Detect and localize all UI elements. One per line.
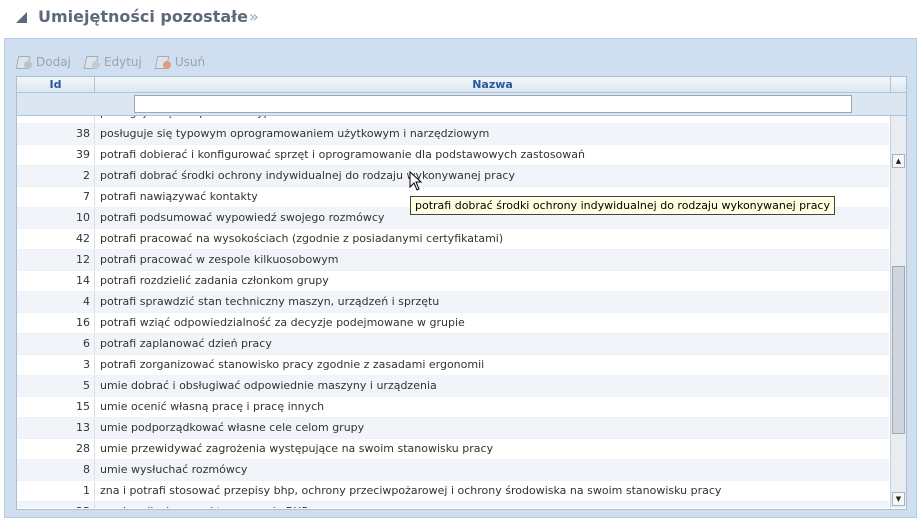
edit-icon <box>83 55 100 69</box>
row-id-cell: 12 <box>17 250 95 270</box>
table-row[interactable]: 35posługuje się komputerami typu PC <box>17 116 889 124</box>
table-row[interactable]: 42 potrafi pracować na wysokościach (zgod… <box>17 229 889 250</box>
delete-icon <box>154 55 171 69</box>
table-row[interactable]: 15 umie ocenić własną pracę i pracę innyc… <box>17 397 889 418</box>
row-name-cell: potrafi wziąć odpowiedzialność za decyzj… <box>100 316 465 329</box>
row-id-cell: 39 <box>17 145 95 165</box>
row-name-cell: umie dobrać i obsługiwać odpowiednie mas… <box>100 379 437 392</box>
table-row[interactable]: 38 posługuje się typowym oprogramowaniem … <box>17 124 889 145</box>
row-id-cell: 7 <box>17 187 95 207</box>
grid-panel: Dodaj Edytuj Usuń Id Nazwa 35posługuje s… <box>4 38 917 518</box>
row-id-cell: 6 <box>17 334 95 354</box>
table-row[interactable]: 2 potrafi dobrać środki ochrony indywidua… <box>17 166 889 187</box>
delete-button-label: Usuń <box>174 55 206 69</box>
row-name-cell: potrafi rozdzielić zadania członkom grup… <box>100 274 329 287</box>
table-row[interactable]: 13 umie podporządkować własne cele celom … <box>17 418 889 439</box>
row-id-cell: 8 <box>17 460 95 480</box>
scrollbar-thumb[interactable] <box>892 266 905 434</box>
row-id-cell: 4 <box>17 292 95 312</box>
row-name-cell: umie przewidywać zagrożenia występujące … <box>100 442 494 455</box>
row-name-cell: umie wysłuchać rozmówcy <box>100 463 248 476</box>
collapse-triangle-icon[interactable] <box>16 11 27 23</box>
mouse-cursor-icon <box>409 171 423 191</box>
delete-button[interactable]: Usuń <box>154 55 206 69</box>
table-row[interactable]: 8 umie wysłuchać rozmówcy <box>17 460 889 481</box>
column-header-id[interactable]: Id <box>17 77 95 92</box>
row-name-cell: potrafi dobrać środki ochrony indywidual… <box>100 169 515 182</box>
vertical-scrollbar[interactable]: ▲ ▼ <box>890 116 906 508</box>
table-row[interactable]: 6 potrafi zaplanować dzień pracy <box>17 334 889 355</box>
table-row[interactable]: 4 potrafi sprawdzić stan techniczny maszy… <box>17 292 889 313</box>
grid-rows: 35posługuje się komputerami typu PC38pos… <box>17 116 889 508</box>
row-name-cell: potrafi pracować w zespole kilkuosobowym <box>100 253 339 266</box>
row-name-cell: zna i potrafi stosować przepisy bhp, och… <box>100 484 722 497</box>
row-id-cell: 14 <box>17 271 95 291</box>
edit-button[interactable]: Edytuj <box>83 55 142 69</box>
grid-body: 35posługuje się komputerami typu PC38pos… <box>17 116 889 508</box>
table-row[interactable]: 3 potrafi zorganizować stanowisko pracy z… <box>17 355 889 376</box>
scroll-down-icon[interactable]: ▼ <box>892 492 905 506</box>
row-id-cell: 28 <box>17 439 95 459</box>
toolbar: Dodaj Edytuj Usuń <box>15 52 218 72</box>
row-name-cell: potrafi zaplanować dzień pracy <box>100 337 272 350</box>
row-name-cell: potrafi sprawdzić stan techniczny maszyn… <box>100 295 440 308</box>
page-title: Umiejętności pozostałe » <box>16 5 259 27</box>
row-name-cell: zna i realizuje w praktyce zasady BHP <box>95 502 308 508</box>
grid-header: Id Nazwa <box>17 77 906 93</box>
row-id-cell: 35 <box>17 116 95 123</box>
row-name-cell: potrafi pracować na wysokościach (zgodni… <box>100 232 504 245</box>
name-filter-input[interactable] <box>134 95 852 113</box>
row-id-cell: 5 <box>17 376 95 396</box>
row-name-cell: potrafi zorganizować stanowisko pracy zg… <box>100 358 485 371</box>
row-name-cell: potrafi podsumować wypowiedź swojego roz… <box>100 211 385 224</box>
row-name-cell: umie ocenić własną pracę i pracę innych <box>100 400 325 413</box>
row-id-cell: 38 <box>17 124 95 144</box>
column-header-name[interactable]: Nazwa <box>95 77 891 92</box>
row-id-cell: 3 <box>17 355 95 375</box>
row-id-cell: 13 <box>17 418 95 438</box>
row-name-cell: potrafi nawiązywać kontakty <box>100 190 258 203</box>
title-suffix: » <box>248 6 259 26</box>
add-button-label: Dodaj <box>36 55 71 69</box>
row-id-cell: 25 <box>17 502 95 508</box>
table-row[interactable]: 16 potrafi wziąć odpowiedzialność za decy… <box>17 313 889 334</box>
add-icon <box>15 55 32 69</box>
row-id-cell: 16 <box>17 313 95 333</box>
table-row[interactable]: 39 potrafi dobierać i konfigurować sprzęt… <box>17 145 889 166</box>
page-title-text: Umiejętności pozostałe <box>38 6 248 26</box>
row-id-cell: 15 <box>17 397 95 417</box>
scroll-up-icon[interactable]: ▲ <box>892 154 905 168</box>
row-name-cell: potrafi dobierać i konfigurować sprzęt i… <box>100 148 585 161</box>
row-name-cell: umie podporządkować własne cele celom gr… <box>100 421 365 434</box>
row-id-cell: 42 <box>17 229 95 249</box>
row-name-cell: posługuje się typowym oprogramowaniem uż… <box>100 127 490 140</box>
table-row[interactable]: 25zna i realizuje w praktyce zasady BHP <box>17 502 889 508</box>
table-row[interactable]: 28 umie przewidywać zagrożenia występując… <box>17 439 889 460</box>
add-button[interactable]: Dodaj <box>15 55 71 69</box>
filter-row <box>17 93 906 116</box>
edit-button-label: Edytuj <box>103 55 142 69</box>
table-row[interactable]: 1 zna i potrafi stosować przepisy bhp, oc… <box>17 481 889 502</box>
table-row[interactable]: 12 potrafi pracować w zespole kilkuosobow… <box>17 250 889 271</box>
row-id-cell: 2 <box>17 166 95 186</box>
table-row[interactable]: 14 potrafi rozdzielić zadania członkom gr… <box>17 271 889 292</box>
row-id-cell: 10 <box>17 208 95 228</box>
table-row[interactable]: 5 umie dobrać i obsługiwać odpowiednie ma… <box>17 376 889 397</box>
tooltip: potrafi dobrać środki ochrony indywidual… <box>410 196 835 215</box>
row-name-cell: posługuje się komputerami typu PC <box>95 116 295 123</box>
row-id-cell: 1 <box>17 481 95 501</box>
data-grid: Id Nazwa 35posługuje się komputerami typ… <box>16 76 907 510</box>
